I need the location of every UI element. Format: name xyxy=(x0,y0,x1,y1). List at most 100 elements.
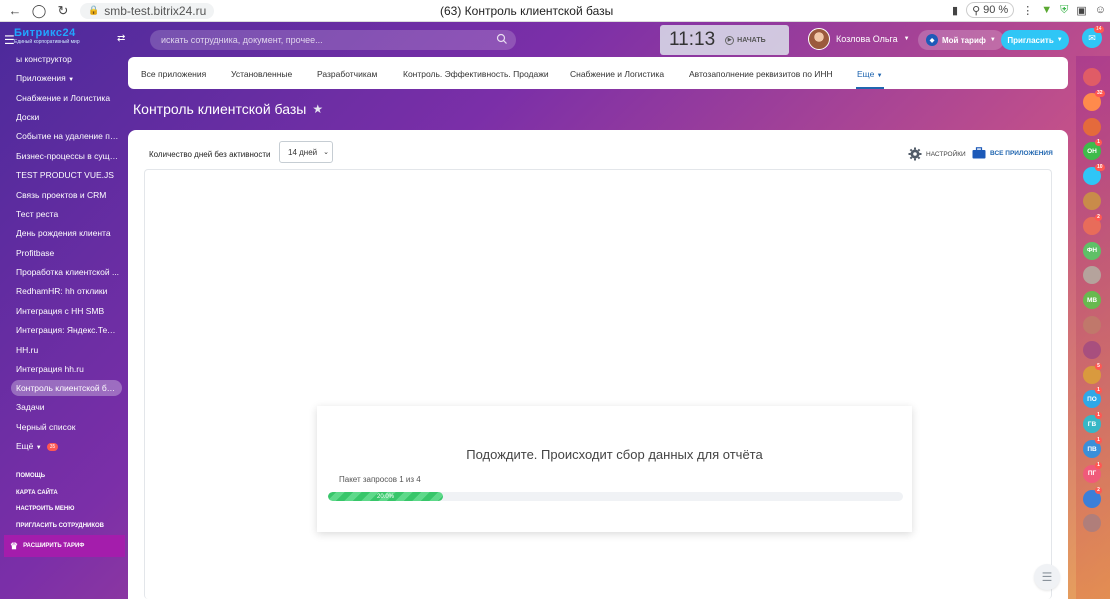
panel-icon[interactable] xyxy=(1083,514,1101,533)
sidebar-item[interactable]: Событие на удаление по... xyxy=(16,131,120,141)
panel-icon[interactable]: 32 xyxy=(1083,89,1105,111)
invite-employees-link[interactable]: ПРИГЛАСИТЬ СОТРУДНИКОВ xyxy=(16,523,104,529)
sidebar-item[interactable]: Связь проектов и CRM xyxy=(16,190,120,200)
sidebar-item[interactable]: ы конструктор xyxy=(16,54,120,64)
my-tariff-button[interactable]: ◆ Мой тариф ▼ xyxy=(918,30,1004,50)
panel-icon[interactable]: 2 xyxy=(1083,486,1102,508)
panel-icon[interactable]: 2 xyxy=(1083,213,1102,235)
panel-icon[interactable] xyxy=(1083,117,1101,136)
contact-avatar-icon[interactable]: ПО 1 xyxy=(1083,387,1102,409)
home-icon[interactable]: ◯ xyxy=(30,2,48,20)
tab-more[interactable]: Еще ▼ xyxy=(856,69,884,89)
report-panel: Подождите. Происходит сбор данных для от… xyxy=(144,169,1052,599)
contact-avatar-icon[interactable]: ПГ 1 xyxy=(1083,461,1102,483)
tab-supply-logistics[interactable]: Снабжение и Логистика xyxy=(570,69,664,79)
sidebar-item[interactable]: Profitbase xyxy=(16,248,120,258)
swap-icon[interactable]: ⇄ xyxy=(117,33,125,44)
sidebar-item[interactable]: Интеграция с HH SMB xyxy=(16,306,120,316)
days-label: Количество дней без активности xyxy=(149,150,271,159)
chat-count-badge: 14 xyxy=(1094,26,1104,33)
chat-icon: ✉ xyxy=(1088,32,1096,43)
sidebar-item-more[interactable]: Ещё ▼ 35 xyxy=(16,441,120,451)
panel-icon[interactable] xyxy=(1083,266,1101,285)
user-menu[interactable]: Козлова Ольга ▼ xyxy=(808,28,910,50)
sidebar-item[interactable]: День рождения клиента xyxy=(16,228,120,238)
sidebar-item[interactable]: Интеграция hh.ru xyxy=(16,364,120,374)
sidebar-item[interactable]: Бизнес-процессы в сущн... xyxy=(16,151,120,161)
tab-developers[interactable]: Разработчикам xyxy=(317,69,377,79)
tab-installed[interactable]: Установленные xyxy=(231,69,292,79)
shield-icon[interactable]: ⛨ xyxy=(1060,4,1068,17)
contact-avatar-icon[interactable]: ОН 1 xyxy=(1083,139,1102,161)
tab-control-efficiency[interactable]: Контроль. Эффективность. Продажи xyxy=(403,69,549,79)
chevron-down-icon: ▼ xyxy=(1056,37,1063,43)
address-bar[interactable]: 🔒 smb-test.bitrix24.ru xyxy=(80,2,215,19)
panel-icon[interactable] xyxy=(1083,340,1101,359)
configure-menu-link[interactable]: НАСТРОИТЬ МЕНЮ xyxy=(16,506,74,512)
chevron-down-icon: ▼ xyxy=(876,73,883,79)
search-input[interactable]: искать сотрудника, документ, прочее... xyxy=(150,30,516,50)
panel-icon[interactable] xyxy=(1083,316,1101,334)
search-placeholder: искать сотрудника, документ, прочее... xyxy=(161,35,323,45)
bookmark-icon[interactable]: ▮ xyxy=(952,4,958,17)
days-select[interactable]: 14 дней ⌄ xyxy=(279,141,333,163)
expand-tariff-button[interactable]: ♛ РАСШИРИТЬ ТАРИФ xyxy=(4,535,125,557)
lock-icon: 🔒 xyxy=(88,5,100,15)
contact-avatar-icon[interactable]: ПВ 1 xyxy=(1083,437,1102,458)
start-workday-button[interactable]: ▶ НАЧАТЬ xyxy=(725,35,766,45)
zoom-value: 90 % xyxy=(983,4,1009,16)
tab-title: (63) Контроль клиентской базы xyxy=(440,4,614,18)
panel-icon[interactable] xyxy=(1083,192,1101,210)
panel-icon[interactable] xyxy=(1083,68,1101,86)
contact-avatar-icon[interactable]: ГВ 1 xyxy=(1083,412,1102,434)
sidebar-item[interactable]: Проработка клиентской ... xyxy=(16,267,120,277)
messenger-button[interactable]: ✉ 14 xyxy=(1082,26,1104,48)
all-apps-link[interactable]: ВСЕ ПРИЛОЖЕНИЯ xyxy=(972,147,1053,159)
play-icon: ▶ xyxy=(725,35,735,45)
clock-time: 11:13 xyxy=(669,29,716,50)
search-icon[interactable] xyxy=(496,33,508,45)
panel-icon[interactable]: 5 xyxy=(1083,362,1102,384)
sidebar-item[interactable]: RedhamHR: hh отклики xyxy=(16,286,120,296)
days-value: 14 дней xyxy=(288,147,318,157)
sidebar-item[interactable]: Черный список xyxy=(16,422,120,432)
avatar xyxy=(808,28,830,50)
sidebar-item-applications[interactable]: Приложения ▼ xyxy=(16,73,120,83)
settings-link[interactable]: НАСТРОЙКИ xyxy=(908,147,966,161)
reload-icon[interactable]: ↻ xyxy=(54,2,72,20)
logo[interactable]: Битрикс24 Единый корпоративный мир xyxy=(14,27,114,49)
sidebar-item[interactable]: HH.ru xyxy=(16,345,120,355)
sitemap-link[interactable]: КАРТА САЙТА xyxy=(16,490,58,496)
tab-inn-autofill[interactable]: Автозаполнение реквизитов по ИНН xyxy=(689,69,833,79)
sidebar-item[interactable]: Тест реста xyxy=(16,209,120,219)
sidebar-item[interactable]: Задачи xyxy=(16,402,120,412)
sidebar-item-active[interactable]: Контроль клиентской ба... xyxy=(11,380,122,396)
panel-icon[interactable]: 10 xyxy=(1083,164,1105,186)
star-icon[interactable]: ★ xyxy=(312,102,323,116)
help-link[interactable]: ПОМОЩЬ xyxy=(16,473,45,479)
notification-badge: 32 xyxy=(1095,89,1105,97)
sidebar-item[interactable]: Снабжение и Логистика xyxy=(16,93,120,103)
back-icon[interactable]: ← xyxy=(6,2,24,20)
progress-fill: 20.0% xyxy=(328,492,443,501)
sidebar-item[interactable]: TEST PRODUCT VUE.JS xyxy=(16,170,120,180)
app-header: ☰ Битрикс24 Единый корпоративный мир ⇄ и… xyxy=(0,22,1110,56)
notification-badge: 5 xyxy=(1095,362,1102,370)
extensions-icon[interactable]: ▣ xyxy=(1076,4,1086,17)
zoom-indicator[interactable]: ⚲ 90 % xyxy=(966,2,1015,18)
user-profile-icon[interactable]: ☺ xyxy=(1095,4,1106,16)
notification-badge: 1 xyxy=(1095,387,1102,395)
sidebar-item[interactable]: Интеграция: Яндекс.Теле... xyxy=(16,325,120,335)
expand-tariff-label: РАСШИРИТЬ ТАРИФ xyxy=(23,543,85,549)
download-icon[interactable]: ▼ xyxy=(1041,4,1052,16)
progress-bar: 20.0% xyxy=(328,492,903,501)
tab-all-apps[interactable]: Все приложения xyxy=(141,69,206,79)
work-time-widget[interactable]: 11:13 ▶ НАЧАТЬ xyxy=(660,25,789,55)
tab-more-label: Еще xyxy=(857,69,875,79)
invite-button[interactable]: Пригласить ▼ xyxy=(1001,30,1069,50)
contact-avatar-icon[interactable]: МВ xyxy=(1083,291,1101,310)
menu-icon[interactable]: ⋮ xyxy=(1022,4,1033,17)
contact-avatar-icon[interactable]: ФН xyxy=(1083,241,1101,260)
sidebar-item[interactable]: Доски xyxy=(16,112,120,122)
list-menu-button[interactable]: ☰ xyxy=(1034,564,1060,590)
